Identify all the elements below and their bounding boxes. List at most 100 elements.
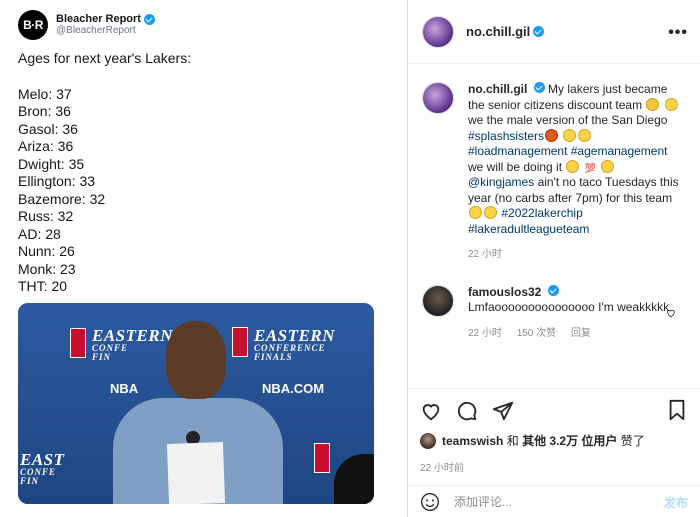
tweet-line: THT: 20 (18, 278, 68, 294)
hashtag-link[interactable]: #splashsisters (468, 129, 544, 143)
caption-comment: no.chill.gil My lakers just became the s… (408, 64, 700, 263)
post-actions: teamswish 和 其他 3.2万 位用户 赞了 22 小时前 发布 (408, 388, 700, 517)
liker-avatar[interactable] (420, 432, 436, 449)
tweet-line: Ellington: 33 (18, 173, 96, 189)
comment-like-heart-icon[interactable] (666, 308, 676, 318)
reply-timestamp[interactable]: 22 小时 (468, 328, 502, 339)
backdrop-east: EAST (20, 450, 65, 469)
caption-text: we the male version of the San Diego (468, 113, 668, 127)
basketball-emoji-icon (545, 128, 559, 142)
tweet-author-name-text: Bleacher Report (56, 13, 141, 25)
tweet-line: Ariza: 36 (18, 138, 74, 154)
likes-connector: 和 (506, 434, 519, 448)
backdrop-text-right: EASTERN CONFERENCE FINALS (254, 327, 335, 362)
tweet-line: AD: 28 (18, 225, 61, 242)
tweet-text: Ages for next year's Lakers: Melo: 37 Br… (18, 50, 191, 296)
verified-badge-icon (533, 82, 545, 93)
add-comment-bar: 发布 (408, 485, 700, 517)
comment-input[interactable] (454, 495, 634, 509)
backdrop-text-bottom-left: EAST CONFE FIN (20, 451, 65, 486)
mention-link[interactable]: @kingjames (468, 175, 534, 189)
reply-like-count[interactable]: 150 次赞 (517, 328, 556, 339)
caption-username[interactable]: no.chill.gil (468, 82, 527, 96)
post-media[interactable]: B·R Bleacher Report @BleacherReport Ages… (0, 0, 408, 517)
caption-text: we will be doing it (468, 159, 563, 174)
liker-username[interactable]: teamswish (442, 434, 503, 448)
rofl-emoji-icon (484, 206, 497, 219)
tweet-line: Dwight: 35 (18, 155, 85, 172)
rofl-emoji-icon (664, 97, 678, 111)
rofl-emoji-icon (578, 128, 592, 142)
tweet-line: Gasol: 36 (18, 120, 78, 137)
verified-badge-icon (547, 284, 559, 296)
backdrop-eastern: EASTERN (254, 326, 335, 345)
hashtag-link[interactable]: #lakeradultleagueteam (468, 222, 589, 236)
tweet-line: Monk: 23 (18, 260, 76, 277)
tweet-line: Bron: 36 (18, 103, 71, 119)
tweet-line: Melo: 37 (18, 85, 72, 102)
backdrop-finals: FINALS (254, 352, 293, 362)
caption-timestamp[interactable]: 22 小时 (468, 249, 502, 260)
likes-suffix: 赞了 (620, 434, 645, 448)
reply-text: Lmfaooooooooooooooo I'm weakkkkk (468, 300, 670, 314)
tweet-line: Nunn: 26 (18, 243, 75, 259)
backdrop-text-left: EASTERN CONFE FIN (92, 327, 173, 362)
backdrop-nba-short: NBA (110, 381, 139, 396)
reply-body: famouslos32 Lmfaooooooooooooooo I'm weak… (468, 284, 683, 342)
comment-bubble-icon[interactable] (456, 400, 478, 422)
tweet-line: Bazemore: 32 (18, 190, 106, 207)
backdrop-finals: FIN (20, 476, 40, 486)
author-username[interactable]: no.chill.gil (466, 24, 545, 39)
backdrop-nba-com: NBA.COM (262, 381, 325, 396)
post-header: no.chill.gil ••• (408, 0, 700, 64)
comments-section[interactable]: no.chill.gil My lakers just became the s… (408, 64, 700, 388)
hundred-emoji-icon: 💯 (584, 162, 596, 173)
action-icons (420, 399, 688, 423)
caption-meta: 22 小时 (468, 247, 683, 263)
grimacing-emoji-icon (646, 97, 660, 111)
reply-button[interactable]: 回复 (571, 328, 591, 339)
rofl-emoji-icon (601, 159, 615, 173)
tweet-author-name: Bleacher Report (56, 13, 155, 25)
hashtag-link[interactable]: #agemanagement (571, 144, 668, 158)
reply-meta: 22 小时 150 次赞 回复 (468, 326, 683, 342)
more-options-icon[interactable]: ••• (668, 24, 688, 42)
author-avatar[interactable] (422, 15, 454, 48)
commenter-avatar[interactable] (422, 284, 454, 317)
nba-logo-badge (232, 327, 248, 357)
post-timestamp[interactable]: 22 小时前 (420, 459, 688, 474)
tweet-author: Bleacher Report @BleacherReport (56, 13, 155, 37)
player-head (166, 321, 226, 399)
save-bookmark-icon[interactable] (666, 399, 688, 421)
verified-badge-icon (533, 26, 545, 37)
author-username-text[interactable]: no.chill.gil (466, 24, 530, 39)
caption-body: no.chill.gil My lakers just became the s… (468, 82, 683, 263)
backdrop-eastern: EASTERN (92, 326, 173, 345)
post-panel: no.chill.gil ••• no.chill.gil My lakers … (408, 0, 700, 517)
hashtag-link[interactable]: #loadmanagement (468, 144, 567, 158)
like-heart-icon[interactable] (420, 400, 442, 422)
tweet-header: B·R Bleacher Report @BleacherReport (18, 10, 155, 40)
emoji-smile-icon[interactable] (420, 492, 440, 512)
reply-comment: famouslos32 Lmfaooooooooooooooo I'm weak… (408, 263, 700, 342)
rofl-emoji-icon (566, 159, 580, 173)
tweet-photo: EASTERN CONFE FIN NBA EASTERN CONFERENCE… (18, 303, 374, 504)
tweet-headline: Ages for next year's Lakers: (18, 50, 192, 66)
bleacher-report-logo: B·R (18, 10, 48, 40)
verified-badge-icon (143, 13, 155, 25)
nba-logo-badge (314, 443, 330, 473)
rofl-emoji-icon (469, 206, 482, 219)
rofl-emoji-icon (563, 128, 577, 142)
caption-author-avatar[interactable] (422, 82, 454, 114)
tweet-author-handle: @BleacherReport (56, 25, 136, 36)
tweet-line: Russ: 32 (18, 208, 74, 224)
likes-others-count[interactable]: 其他 3.2万 位用户 (522, 432, 617, 449)
likes-summary: teamswish 和 其他 3.2万 位用户 赞了 (420, 432, 688, 449)
backdrop-finals: FIN (92, 352, 112, 362)
share-send-icon[interactable] (492, 400, 514, 422)
nba-logo-badge (70, 328, 86, 358)
hashtag-link[interactable]: #2022lakerchip (501, 206, 582, 220)
commenter-username[interactable]: famouslos32 (468, 285, 541, 299)
post-comment-button[interactable]: 发布 (664, 494, 688, 511)
paper-sheet (166, 442, 226, 504)
